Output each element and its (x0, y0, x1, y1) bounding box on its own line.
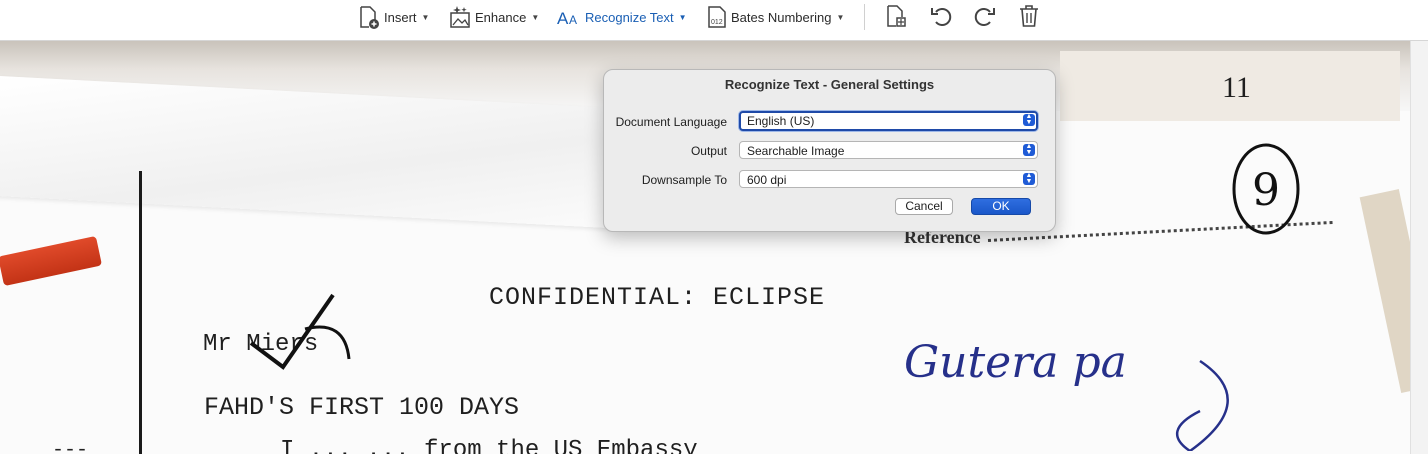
document-language-row: Document Language English (US) ▲ ▼ (604, 111, 1055, 134)
rotate-right-icon (973, 4, 997, 31)
classification-heading: CONFIDENTIAL: ECLIPSE (489, 283, 826, 312)
recognize-text-label: Recognize Text (585, 9, 674, 25)
downsample-value: 600 dpi (747, 173, 787, 187)
svg-text:A: A (557, 9, 569, 28)
enhance-icon (449, 5, 471, 29)
output-label: Output (690, 144, 727, 158)
downsample-select[interactable]: 600 dpi ▲ ▼ (739, 170, 1038, 188)
document-language-label: Document Language (615, 115, 727, 129)
bates-numbering-menu[interactable]: 012 Bates Numbering ▼ (707, 0, 844, 34)
circled-number: 9 (1232, 143, 1300, 235)
document-language-select[interactable]: English (US) ▲ ▼ (739, 111, 1038, 131)
output-value: Searchable Image (747, 144, 845, 158)
check-mark (249, 293, 351, 370)
toolbar: Insert ▼ Enhance ▼ AA Recognize Text ▼ 0… (0, 0, 1428, 41)
bates-icon-text: 012 (711, 19, 723, 26)
cancel-button[interactable]: Cancel (895, 198, 953, 215)
rotate-left-icon (929, 4, 953, 31)
svg-text:A: A (569, 13, 577, 27)
extract-page-icon (885, 4, 907, 31)
downsample-row: Downsample To 600 dpi ▲ ▼ (604, 170, 1055, 192)
chevron-down-icon: ▼ (531, 12, 540, 22)
enhance-menu[interactable]: Enhance ▼ (449, 0, 539, 34)
ok-button[interactable]: OK (971, 198, 1031, 215)
header-mark: 11 (1222, 71, 1251, 104)
margin-dash: --- (52, 439, 89, 454)
toolbar-divider (864, 4, 865, 30)
extract-page-button[interactable] (883, 4, 909, 30)
document-language-value: English (US) (747, 114, 815, 128)
trash-icon (1018, 4, 1040, 31)
rotate-left-button[interactable] (928, 4, 954, 30)
handwritten-note: Gutera pa (904, 337, 1229, 451)
red-tape (0, 235, 103, 287)
insert-menu[interactable]: Insert ▼ (358, 0, 429, 34)
output-row: Output Searchable Image ▲ ▼ (604, 141, 1055, 163)
select-stepper-icon: ▲ ▼ (1023, 143, 1035, 156)
output-select[interactable]: Searchable Image ▲ ▼ (739, 141, 1038, 159)
recognize-text-dialog: Recognize Text - General Settings Docume… (603, 69, 1056, 232)
bates-numbering-label: Bates Numbering (731, 9, 832, 25)
paper-edge (1359, 189, 1410, 393)
bates-numbering-icon: 012 (707, 5, 727, 29)
select-stepper-icon: ▲ ▼ (1023, 113, 1035, 126)
chevron-down-icon: ▼ (836, 12, 845, 22)
rotate-right-button[interactable] (972, 4, 998, 30)
recognize-text-menu[interactable]: AA Recognize Text ▼ (557, 0, 687, 34)
handwritten-text: Gutera pa (904, 337, 1127, 388)
enhance-label: Enhance (475, 9, 527, 25)
document-title: FAHD'S FIRST 100 DAYS (204, 393, 520, 422)
vertical-scrollbar[interactable] (1410, 41, 1428, 454)
chevron-down-icon: ▼ (678, 12, 687, 22)
chevron-down-icon: ▼ (421, 12, 430, 22)
downsample-label: Downsample To (641, 173, 727, 187)
body-text: I ... ... from the US Embassy (280, 437, 698, 454)
insert-page-icon (358, 5, 380, 29)
recognize-text-icon: AA (557, 5, 581, 29)
dialog-title: Recognize Text - General Settings (724, 77, 935, 92)
insert-label: Insert (384, 9, 417, 25)
select-stepper-icon: ▲ ▼ (1023, 172, 1035, 185)
margin-line (139, 171, 142, 454)
delete-button[interactable] (1016, 4, 1042, 30)
annotation-number: 9 (1252, 165, 1280, 216)
